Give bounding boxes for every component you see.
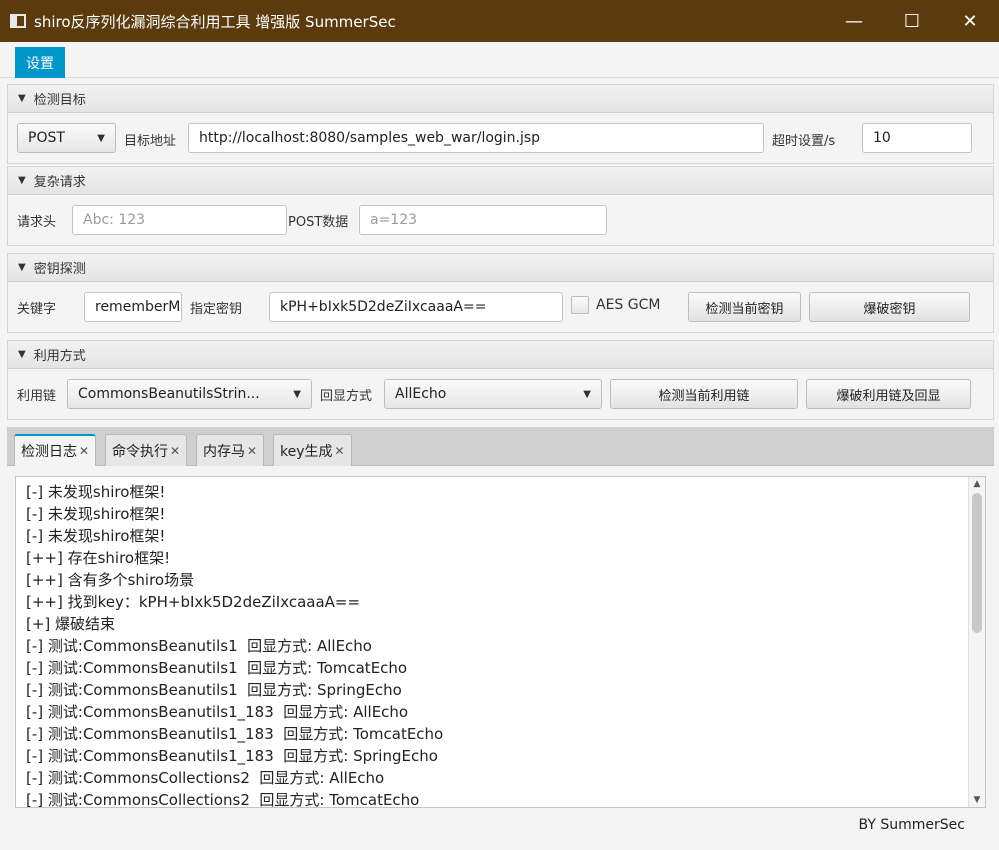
keyword-label: 关键字 — [17, 302, 57, 317]
method-select[interactable]: POST ▼ — [17, 123, 116, 153]
log-line: [-] 测试:CommonsCollections2 回显方式: TomcatE… — [26, 791, 420, 808]
method-value: POST — [28, 130, 65, 146]
tab-detect-log[interactable]: 检测日志 ✕ — [14, 434, 97, 466]
post-data-label: POST数据 — [288, 215, 349, 230]
log-line: [-] 未发现shiro框架! — [26, 505, 166, 523]
timeout-input[interactable]: 10 — [862, 123, 972, 153]
headers-label: 请求头 — [17, 215, 57, 230]
tab-bar: 检测日志 ✕ 命令执行 ✕ 内存马 ✕ key生成 ✕ — [7, 427, 994, 466]
vertical-scrollbar[interactable]: ▲ ▼ — [968, 477, 985, 807]
close-icon[interactable]: ✕ — [79, 444, 89, 458]
log-line: [++] 存在shiro框架! — [26, 549, 171, 567]
tab-label: 检测日志 — [21, 444, 77, 460]
tab-memory-shell[interactable]: 内存马 ✕ — [196, 434, 265, 466]
section-title: 利用方式 — [33, 349, 86, 364]
log-lines: [-] 未发现shiro框架! [-] 未发现shiro框架! [-] 未发现s… — [26, 481, 444, 808]
window-title: shiro反序列化漏洞综合利用工具 增强版 SummerSec — [34, 12, 396, 31]
chevron-down-icon: ▼ — [293, 388, 301, 400]
collapse-triangle-icon: ▼ — [18, 93, 26, 104]
title-bar: shiro反序列化漏洞综合利用工具 增强版 SummerSec — ☐ ✕ — [0, 0, 999, 42]
menu-bar: 设置 — [0, 42, 999, 78]
log-line: [++] 找到key：kPH+bIxk5D2deZiIxcaaaA== — [26, 593, 361, 611]
log-line: [+] 爆破结束 — [26, 615, 116, 633]
maximize-button[interactable]: ☐ — [883, 0, 941, 42]
log-line: [-] 测试:CommonsBeanutils1 回显方式: TomcatEch… — [26, 659, 408, 677]
section-title: 检测目标 — [33, 93, 86, 108]
log-line: [-] 未发现shiro框架! — [26, 527, 166, 545]
post-data-input[interactable]: a=123 — [359, 205, 607, 235]
key-section-header[interactable]: ▼ 密钥探测 — [8, 254, 993, 282]
exploit-section-header[interactable]: ▼ 利用方式 — [8, 341, 993, 369]
log-line: [-] 测试:CommonsBeanutils1_183 回显方式: AllEc… — [26, 703, 409, 721]
section-title: 密钥探测 — [33, 262, 86, 277]
chevron-down-icon: ▼ — [583, 388, 591, 400]
close-icon[interactable]: ✕ — [170, 444, 180, 458]
log-line: [-] 测试:CommonsCollections2 回显方式: AllEcho — [26, 769, 385, 787]
close-button[interactable]: ✕ — [941, 0, 999, 42]
post-data-placeholder: a=123 — [370, 212, 418, 228]
collapse-triangle-icon: ▼ — [18, 175, 26, 186]
close-icon[interactable]: ✕ — [335, 444, 345, 458]
tab-label: 内存马 — [203, 443, 245, 460]
collapse-triangle-icon: ▼ — [18, 262, 26, 273]
scroll-up-icon[interactable]: ▲ — [969, 477, 985, 491]
chain-label: 利用链 — [17, 389, 57, 404]
collapse-triangle-icon: ▼ — [18, 349, 26, 360]
log-line: [-] 未发现shiro框架! — [26, 483, 166, 501]
complex-section-header[interactable]: ▼ 复杂请求 — [8, 167, 993, 195]
log-line: [-] 测试:CommonsBeanutils1 回显方式: SpringEch… — [26, 681, 402, 699]
scroll-down-icon[interactable]: ▼ — [969, 793, 985, 807]
close-icon[interactable]: ✕ — [247, 444, 257, 458]
chain-select[interactable]: CommonsBeanutilsStrin... ▼ — [67, 379, 312, 409]
echo-label: 回显方式 — [320, 389, 373, 404]
log-line: [++] 含有多个shiro场景 — [26, 571, 195, 589]
headers-input[interactable]: Abc: 123 — [72, 205, 287, 235]
brute-key-button[interactable]: 爆破密钥 — [809, 292, 970, 322]
url-label: 目标地址 — [124, 134, 177, 149]
log-line: [-] 测试:CommonsBeanutils1 回显方式: AllEcho — [26, 637, 372, 655]
echo-select[interactable]: AllEcho ▼ — [384, 379, 602, 409]
target-section-header[interactable]: ▼ 检测目标 — [8, 85, 993, 113]
section-title: 复杂请求 — [33, 175, 86, 190]
chain-value: CommonsBeanutilsStrin... — [78, 386, 260, 402]
aes-gcm-checkbox[interactable] — [571, 296, 589, 314]
chevron-down-icon: ▼ — [97, 132, 105, 144]
scroll-thumb[interactable] — [972, 493, 982, 633]
app-icon — [10, 14, 26, 28]
log-line: [-] 测试:CommonsBeanutils1_183 回显方式: Sprin… — [26, 747, 438, 765]
tab-label: 命令执行 — [112, 443, 168, 460]
footer-credit: BY SummerSec — [858, 817, 965, 833]
headers-placeholder: Abc: 123 — [83, 212, 146, 228]
tab-command-exec[interactable]: 命令执行 ✕ — [105, 434, 188, 466]
keyword-input[interactable]: rememberM — [84, 292, 182, 322]
check-chain-button[interactable]: 检测当前利用链 — [610, 379, 798, 409]
minimize-button[interactable]: — — [825, 0, 883, 42]
brute-chain-button[interactable]: 爆破利用链及回显 — [806, 379, 971, 409]
tab-key-generate[interactable]: key生成 ✕ — [273, 434, 352, 466]
key-input[interactable]: kPH+bIxk5D2deZiIxcaaaA== — [269, 292, 563, 322]
url-input[interactable]: http://localhost:8080/samples_web_war/lo… — [188, 123, 764, 153]
echo-value: AllEcho — [395, 386, 447, 402]
tab-label: key生成 — [280, 443, 333, 460]
menu-settings[interactable]: 设置 — [15, 47, 65, 78]
key-label: 指定密钥 — [190, 302, 243, 317]
log-textarea[interactable]: [-] 未发现shiro框架! [-] 未发现shiro框架! [-] 未发现s… — [15, 476, 986, 808]
log-line: [-] 测试:CommonsBeanutils1_183 回显方式: Tomca… — [26, 725, 444, 743]
aes-gcm-label: AES GCM — [596, 297, 661, 313]
check-key-button[interactable]: 检测当前密钥 — [688, 292, 801, 322]
timeout-label: 超时设置/s — [772, 134, 836, 149]
